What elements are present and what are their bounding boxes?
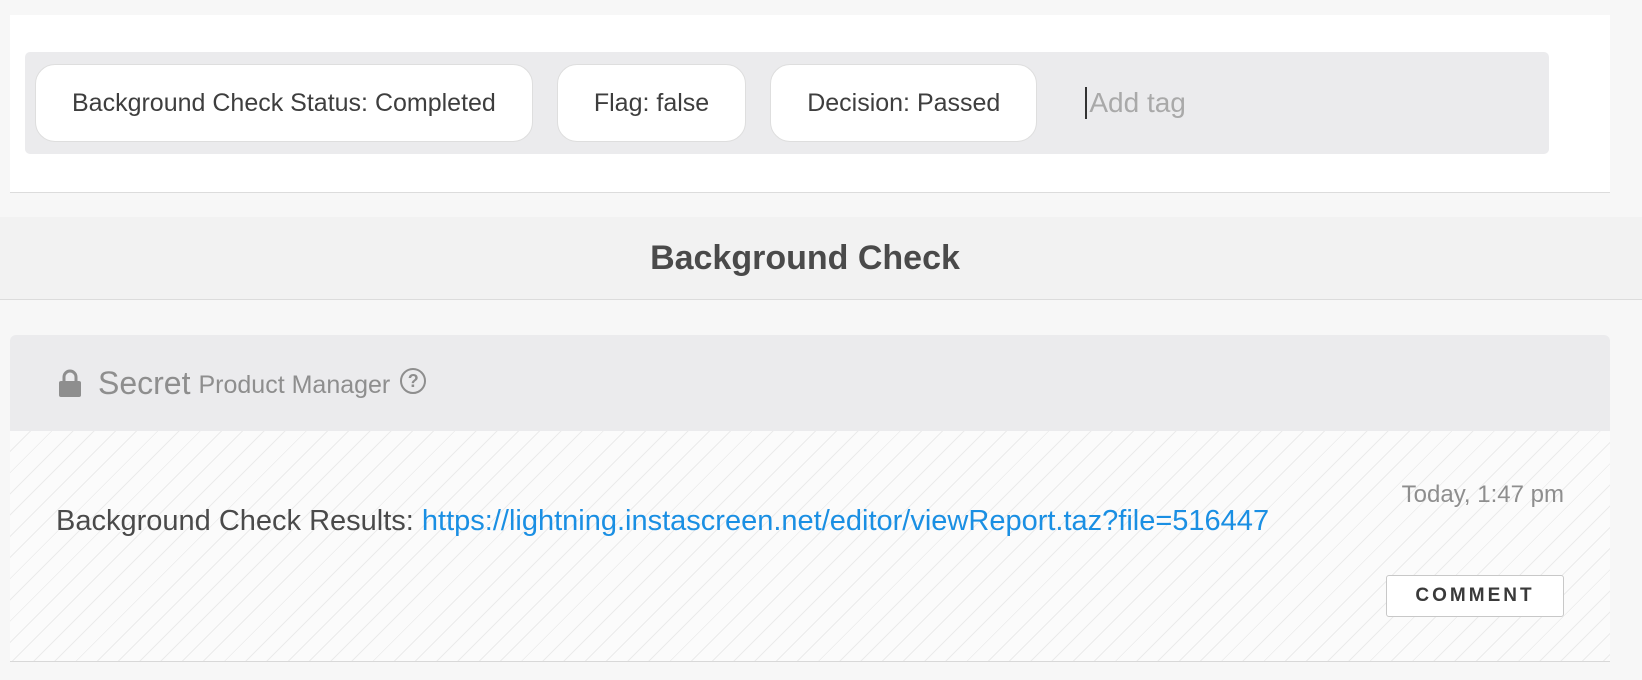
results-label: Background Check Results:	[56, 505, 422, 537]
tag-label: Decision: Passed	[807, 88, 1001, 117]
tag-label: Flag: false	[593, 88, 710, 117]
section-header: Background Check	[0, 217, 1642, 300]
timestamp: Today, 1:47 pm	[1401, 481, 1564, 508]
role-label: Product Manager	[198, 370, 391, 399]
tag-bar: Background Check Status: Completed Flag:…	[25, 52, 1549, 154]
add-tag-field-wrap	[1085, 64, 1390, 142]
tag-panel: Background Check Status: Completed Flag:…	[10, 15, 1610, 193]
comment-button[interactable]: COMMENT	[1386, 575, 1564, 617]
help-icon[interactable]: ?	[400, 368, 427, 394]
results-link[interactable]: https://lightning.instascreen.net/editor…	[422, 505, 1269, 537]
secret-card-body: Today, 1:47 pm Background Check Results:…	[10, 431, 1610, 661]
tag-flag[interactable]: Flag: false	[556, 64, 747, 142]
tag-label: Background Check Status: Completed	[72, 88, 496, 117]
section-title: Background Check	[650, 238, 960, 277]
add-tag-input[interactable]	[1089, 87, 1390, 119]
visibility-label: Secret	[98, 364, 191, 401]
lock-icon	[58, 368, 82, 398]
secret-card: Secret Product Manager ? Today, 1:47 pm …	[10, 335, 1610, 662]
tag-decision[interactable]: Decision: Passed	[770, 64, 1038, 142]
tag-background-check-status[interactable]: Background Check Status: Completed	[35, 64, 533, 142]
results-line: Background Check Results: https://lightn…	[56, 505, 1269, 538]
text-caret	[1085, 87, 1088, 119]
secret-card-header: Secret Product Manager ?	[10, 335, 1610, 431]
